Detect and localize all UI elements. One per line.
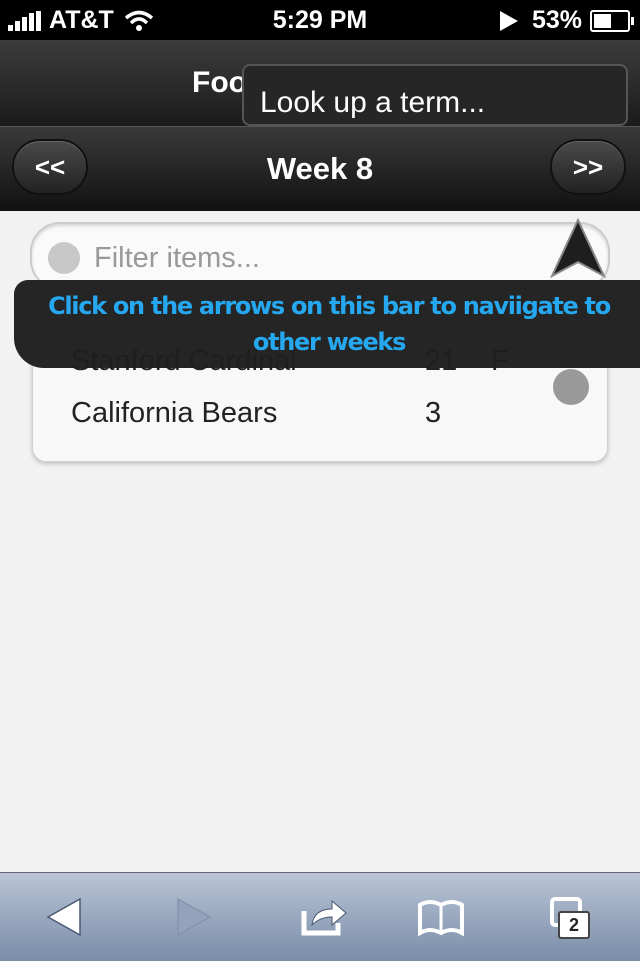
forward-icon[interactable] — [168, 895, 218, 939]
detail-indicator-icon[interactable] — [553, 369, 589, 405]
team-name: California Bears — [71, 397, 278, 429]
status-bar: AT&T 5:29 PM 53% — [0, 0, 640, 40]
battery-fill — [594, 13, 612, 28]
filter-placeholder: Filter items... — [94, 242, 260, 274]
status-right: 53% — [499, 6, 634, 35]
team-score: 3 — [425, 397, 442, 429]
bookmarks-icon[interactable] — [416, 895, 466, 939]
battery-percent: 53% — [531, 6, 582, 34]
app-header: Foo Look up a term... — [0, 40, 640, 127]
help-tooltip: Click on the arrows on this bar to navii… — [14, 280, 640, 368]
next-week-button[interactable]: >> — [550, 139, 626, 195]
location-icon — [499, 10, 518, 31]
pointer-arrow-icon — [549, 218, 607, 278]
lookup-term-popup[interactable]: Look up a term... — [242, 64, 628, 126]
pages-button[interactable]: 2 — [546, 895, 596, 939]
pages-count: 2 — [558, 911, 590, 939]
search-icon — [48, 242, 80, 274]
back-icon[interactable] — [40, 895, 90, 939]
battery-icon — [590, 9, 634, 32]
page-title: Foo — [192, 66, 247, 99]
week-title: Week 8 — [266, 151, 374, 186]
week-nav-bar: << Week 8 >> — [0, 126, 640, 211]
browser-toolbar: 2 — [0, 872, 640, 961]
share-icon[interactable] — [298, 895, 348, 939]
